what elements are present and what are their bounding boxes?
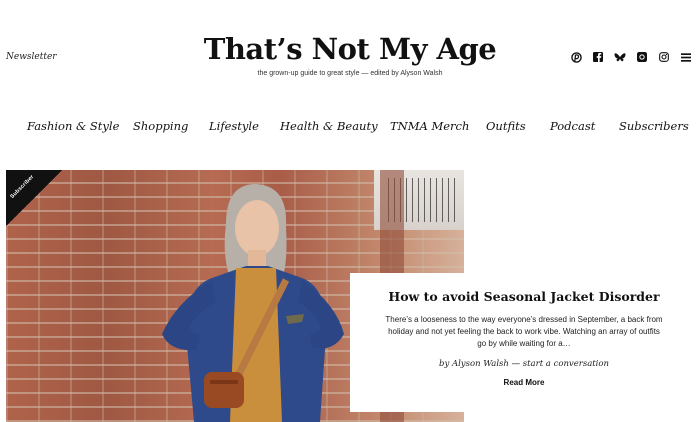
nav-item-fashion-style[interactable]: Fashion & Style	[27, 119, 119, 133]
nav-item-health-beauty[interactable]: Health & Beauty	[280, 119, 378, 133]
feature-excerpt: There’s a looseness to the way everyone’…	[385, 315, 663, 348]
hero-person-illustration	[162, 184, 344, 422]
feature-card: How to avoid Seasonal Jacket Disorder Th…	[350, 273, 698, 412]
instagram-icon[interactable]	[658, 51, 670, 63]
feature-title[interactable]: How to avoid Seasonal Jacket Disorder	[350, 273, 698, 304]
social-links	[570, 51, 692, 63]
menu-icon[interactable]	[680, 51, 692, 63]
facebook-icon[interactable]	[592, 51, 604, 63]
nav-item-shopping[interactable]: Shopping	[133, 119, 188, 133]
pinterest-icon[interactable]	[570, 51, 582, 63]
nav-item-subscribers[interactable]: Subscribers	[619, 119, 689, 133]
nav-item-podcast[interactable]: Podcast	[550, 119, 595, 133]
subscriber-ribbon-label: Subscriber	[9, 174, 36, 200]
nav-item-outfits[interactable]: Outfits	[486, 119, 526, 133]
threads-icon[interactable]	[636, 51, 648, 63]
subscriber-ribbon: Subscriber	[6, 170, 62, 226]
nav-item-tnma-merch[interactable]: TNMA Merch	[390, 119, 469, 133]
feature-byline[interactable]: by Alyson Walsh — start a conversation	[350, 359, 698, 369]
nav-item-lifestyle[interactable]: Lifestyle	[209, 119, 259, 133]
bluesky-icon[interactable]	[614, 51, 626, 63]
site-tagline: the grown-up guide to great style — edit…	[257, 70, 443, 77]
read-more-button[interactable]: Read More	[504, 378, 545, 387]
